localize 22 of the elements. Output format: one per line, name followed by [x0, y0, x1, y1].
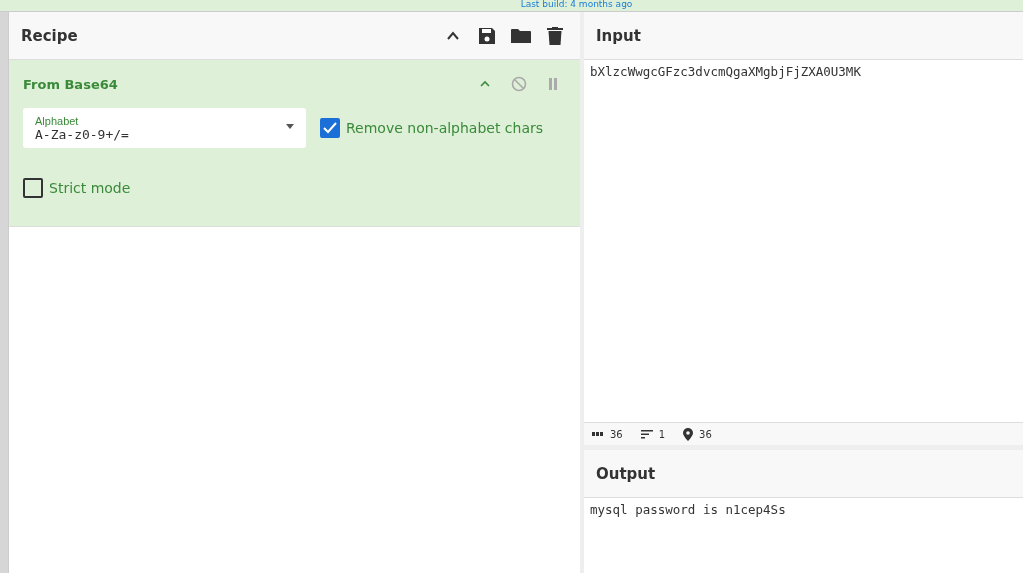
folder-icon — [511, 27, 531, 44]
pause-icon — [548, 78, 558, 90]
last-build-link[interactable]: Last build: 4 months ago — [520, 0, 633, 11]
operation-name: From Base64 — [23, 76, 119, 92]
output-title: Output — [596, 464, 656, 483]
alphabet-dropdown[interactable]: Alphabet A-Za-z0-9+/= — [23, 108, 306, 148]
input-text-area[interactable]: bXlzcWwgcGFzc3dvcmQgaXMgbjFjZXA0U3MK — [584, 60, 1023, 422]
checkbox[interactable] — [320, 118, 340, 138]
recipe-title: Recipe — [21, 26, 79, 45]
save-icon — [478, 26, 496, 45]
output-text-area: mysql password is n1cep4Ss — [584, 498, 1023, 573]
checkbox[interactable] — [23, 178, 43, 198]
checkbox-label: Remove non-alphabet chars — [346, 120, 544, 136]
lines-icon — [640, 429, 653, 439]
status-count: 1 — [658, 428, 666, 440]
input-title: Input — [596, 26, 641, 45]
status-count: 36 — [699, 428, 712, 440]
location-pin-icon — [683, 427, 694, 441]
checkbox-label: Strict mode — [49, 180, 131, 196]
status-count: 36 — [610, 428, 623, 440]
trash-icon — [547, 26, 563, 45]
disable-icon — [511, 76, 527, 92]
